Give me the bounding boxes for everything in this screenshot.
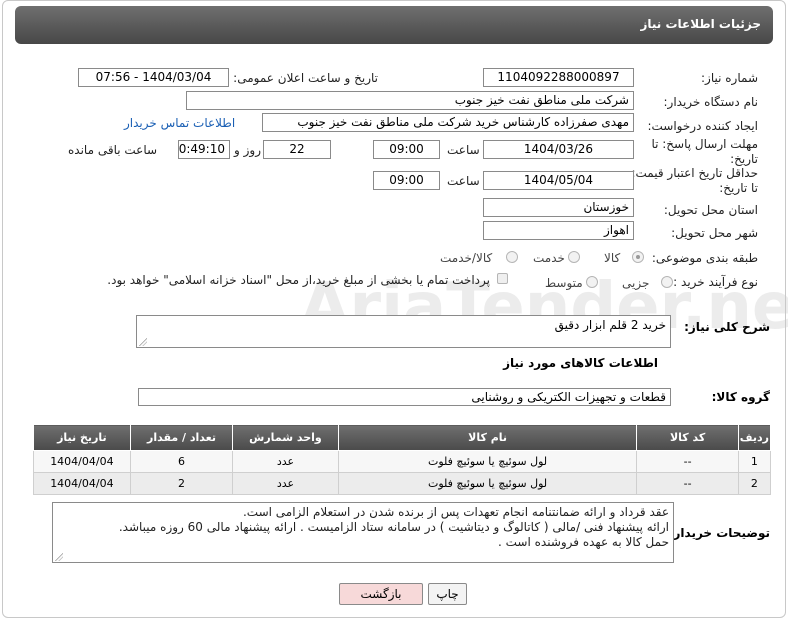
cell-quantity: 6 [129, 450, 234, 473]
goods-group-label: گروه کالا: [711, 390, 770, 404]
cell-need-date: 1404/04/04 [33, 450, 131, 473]
back-button[interactable]: بازگشت [339, 583, 423, 605]
buyer-contact-link[interactable]: اطلاعات تماس خریدار [124, 116, 235, 130]
category-radio-goods-service[interactable] [506, 251, 518, 263]
table-row[interactable]: 2 -- لول سوئیچ یا سوئیچ فلوت عدد 2 1404/… [33, 472, 772, 495]
resize-handle-icon[interactable] [55, 553, 63, 561]
goods-group-field: قطعات و تجهیزات الکتریکی و روشنایی [138, 388, 671, 406]
buyer-notes-label: توضیحات خریدار: [668, 526, 770, 540]
buyer-org-field: شرکت ملی مناطق نفت خیز جنوب [186, 91, 634, 110]
buyer-note-line: حمل کالا به عهده فروشنده است . [498, 535, 669, 549]
process-radio-minor[interactable] [661, 276, 673, 288]
deadline-time-label: ساعت [447, 143, 480, 157]
resize-handle-icon[interactable] [139, 338, 147, 346]
province-field: خوزستان [483, 198, 634, 217]
process-option-minor: جزیی [622, 276, 650, 290]
col-header-item-name: نام کالا [337, 424, 638, 451]
requester-field: مهدی صفرزاده کارشناس خرید شرکت ملی مناطق… [262, 113, 634, 132]
cell-item-name: لول سوئیچ یا سوئیچ فلوت [337, 450, 638, 473]
category-option-service: خدمت [533, 251, 565, 265]
payment-note: پرداخت تمام یا بخشی از مبلغ خرید،از محل … [107, 273, 490, 287]
buyer-notes-field: عقد قرداد و ارائه ضمانتنامه انجام تعهدات… [52, 502, 674, 563]
category-label: طبقه بندی موضوعی: [651, 251, 758, 265]
description-field: خرید 2 قلم ابزار دقیق [136, 315, 671, 348]
col-header-row-number: ردیف [737, 424, 772, 451]
col-header-unit: واحد شمارش [232, 424, 339, 451]
buyer-note-line: عقد قرداد و ارائه ضمانتنامه انجام تعهدات… [242, 505, 669, 519]
deadline-label: مهلت ارسال پاسخ: تا تاریخ: [651, 137, 758, 166]
goods-section-title: اطلاعات کالاهای مورد نیاز [503, 356, 658, 370]
description-label: شرح کلی نیاز: [684, 320, 770, 334]
cell-row-number: 1 [737, 450, 772, 473]
category-radio-goods[interactable] [632, 251, 644, 263]
page-title: جزئیات اطلاعات نیاز [640, 17, 761, 31]
validity-date-field: 1404/05/04 [483, 171, 634, 190]
buyer-note-line: ارائه پیشنهاد فنی /مالی ( کاتالوگ و دیتا… [118, 520, 669, 534]
col-header-quantity: تعداد / مقدار [129, 424, 234, 451]
validity-time-label: ساعت [447, 174, 480, 188]
deadline-time-field: 09:00 [373, 140, 440, 159]
cell-unit: عدد [232, 472, 339, 495]
treasury-checkbox[interactable] [497, 273, 508, 284]
items-table: ردیف کد کالا نام کالا واحد شمارش تعداد /… [33, 424, 772, 495]
print-button[interactable]: چاپ [428, 583, 467, 605]
need-number-field: 1104092288000897 [483, 68, 634, 87]
cell-item-code: -- [636, 472, 739, 495]
days-label: روز و [234, 143, 261, 157]
deadline-date-field: 1404/03/26 [483, 140, 634, 159]
category-radio-service[interactable] [568, 251, 580, 263]
announce-label: تاریخ و ساعت اعلان عمومی: [233, 71, 378, 85]
cell-item-name: لول سوئیچ یا سوئیچ فلوت [337, 472, 638, 495]
cell-item-code: -- [636, 450, 739, 473]
cell-unit: عدد [232, 450, 339, 473]
province-label: استان محل تحویل: [663, 203, 758, 217]
process-option-medium: متوسط [545, 276, 583, 290]
city-label: شهر محل تحویل: [671, 226, 758, 240]
buyer-org-label: نام دستگاه خریدار: [663, 95, 759, 109]
remaining-label: ساعت باقی مانده [68, 143, 158, 157]
description-text: خرید 2 قلم ابزار دقیق [554, 318, 666, 332]
validity-label: حداقل تاریخ اعتبار قیمت: تا تاریخ: [631, 166, 758, 195]
cell-row-number: 2 [737, 472, 772, 495]
cell-quantity: 2 [129, 472, 234, 495]
col-header-need-date: تاریخ نیاز [33, 424, 131, 451]
category-option-goods: کالا [604, 251, 621, 265]
table-header-row: ردیف کد کالا نام کالا واحد شمارش تعداد /… [33, 424, 772, 451]
cell-need-date: 1404/04/04 [33, 472, 131, 495]
city-field: اهواز [483, 221, 634, 240]
process-label: نوع فرآیند خرید : [673, 275, 758, 289]
announce-field: 1404/03/04 - 07:56 [78, 68, 229, 87]
title-bar: جزئیات اطلاعات نیاز [15, 6, 773, 44]
need-number-label: شماره نیاز: [701, 71, 758, 85]
requester-label: ایجاد کننده درخواست: [647, 119, 758, 133]
table-row[interactable]: 1 -- لول سوئیچ یا سوئیچ فلوت عدد 6 1404/… [33, 450, 772, 473]
days-field: 22 [263, 140, 331, 159]
col-header-item-code: کد کالا [636, 424, 739, 451]
process-radio-medium[interactable] [586, 276, 598, 288]
validity-time-field: 09:00 [373, 171, 440, 190]
category-option-goods-service: کالا/خدمت [440, 251, 493, 265]
remaining-time-field: 00:49:10 [178, 140, 230, 159]
